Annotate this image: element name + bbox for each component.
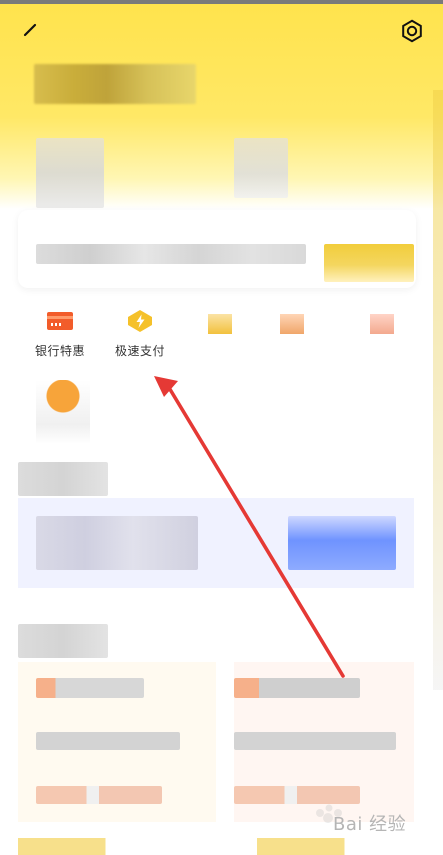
watermark-text: Bai 经验 (333, 814, 407, 835)
header-title-blurred (34, 64, 196, 104)
section-heading-blurred (18, 462, 108, 496)
offer-card-left-text-blurred (36, 732, 180, 750)
quick-action-blurred-4[interactable] (36, 380, 90, 444)
blurred-icon (370, 314, 394, 334)
quick-action-fast-pay-label: 极速支付 (114, 344, 165, 358)
summary-blurred-middle (234, 138, 288, 198)
section2-heading-blurred (18, 624, 108, 658)
bank-card-icon (47, 312, 73, 330)
right-edge-shadow (433, 90, 443, 690)
offer-card-left-price-blurred (36, 786, 162, 804)
promo-card-text-blurred (36, 516, 198, 570)
promo-card-button-blurred[interactable] (288, 516, 396, 570)
blurred-icon (280, 314, 304, 334)
back-icon (23, 23, 37, 37)
offer-card-left-title-blurred (36, 678, 144, 698)
blurred-icon (208, 314, 232, 334)
bottom-content-peek (18, 838, 416, 855)
quick-action-bank-offers[interactable]: 银行特惠 (20, 308, 100, 368)
offer-card-right-title-blurred (234, 678, 360, 698)
settings-hex-icon (402, 19, 422, 43)
summary-blurred-left (36, 138, 104, 208)
quick-action-bank-offers-label: 银行特惠 (34, 344, 85, 358)
quick-action-blurred-3[interactable] (360, 300, 404, 356)
quick-action-blurred-2[interactable] (270, 300, 314, 356)
back-button[interactable] (18, 18, 42, 42)
quick-action-fast-pay[interactable]: 极速支付 (100, 308, 180, 368)
info-card-text-blurred (36, 244, 306, 264)
offer-card-right-text-blurred (234, 732, 396, 750)
lightning-icon (128, 310, 152, 332)
info-card-button-blurred[interactable] (324, 244, 414, 282)
quick-action-blurred-1[interactable] (198, 300, 242, 356)
settings-button[interactable] (399, 18, 425, 44)
